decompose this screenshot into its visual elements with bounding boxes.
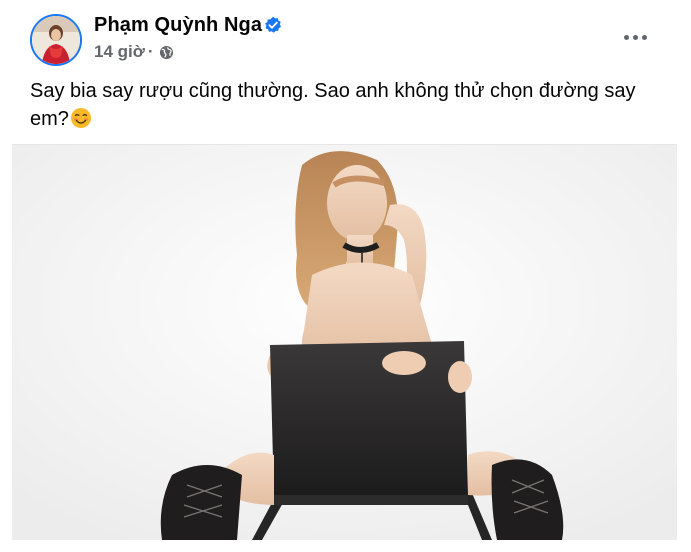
verified-badge-icon xyxy=(265,16,282,33)
author-avatar[interactable] xyxy=(30,14,82,66)
more-options-button[interactable] xyxy=(618,24,652,50)
author-name[interactable]: Phạm Quỳnh Nga xyxy=(94,14,262,37)
post-meta: 14 giờ · xyxy=(94,42,174,62)
post-time[interactable]: 14 giờ xyxy=(94,42,145,62)
more-options-dot xyxy=(641,34,647,40)
post-caption: Say bia say rượu cũng thường. Sao anh kh… xyxy=(30,77,640,133)
smiling-face-icon xyxy=(70,108,91,128)
photo-image xyxy=(12,145,677,540)
caption-text: Say bia say rượu cũng thường. Sao anh kh… xyxy=(30,80,636,130)
more-options-dot xyxy=(632,34,638,40)
meta-separator: · xyxy=(147,42,154,61)
avatar-image xyxy=(32,16,80,64)
more-options-icon xyxy=(623,34,629,40)
post-photo[interactable] xyxy=(12,144,677,540)
globe-icon[interactable] xyxy=(159,45,174,60)
facebook-post: Phạm Quỳnh Nga 14 giờ · Say bia say rượu… xyxy=(0,0,691,552)
photo-description xyxy=(12,539,677,552)
